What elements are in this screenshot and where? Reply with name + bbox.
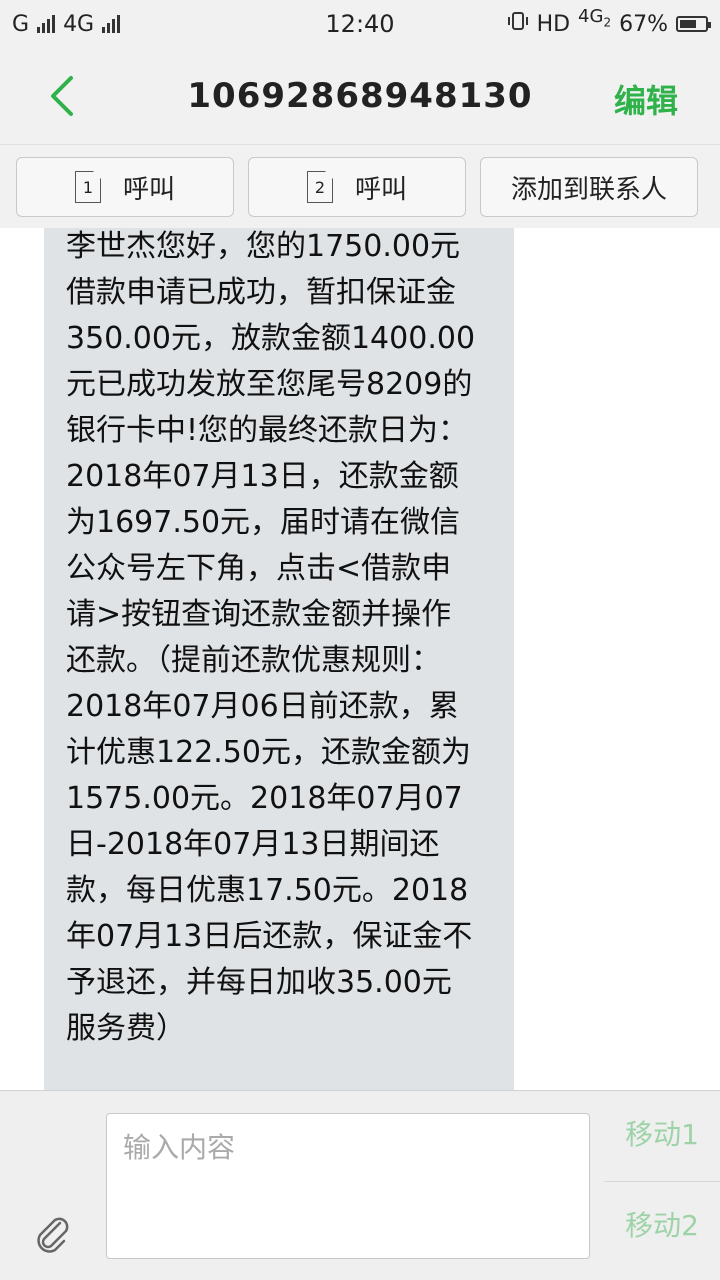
conversation-header: 10692868948130 编辑 [0, 48, 720, 144]
attach-button[interactable] [30, 1211, 74, 1255]
status-time: 12:40 [325, 10, 395, 38]
status-left: G 4G [12, 11, 121, 37]
status-right: HD 4G2 67% [507, 6, 711, 38]
message-input[interactable]: 输入内容 [106, 1113, 590, 1259]
message-text: 李世杰您好，您的1750.00元 借款申请已成功，暂扣保证金 350.00元，放… [66, 229, 476, 1046]
vibrate-icon [507, 10, 529, 38]
carrier2-label: 4G [63, 11, 95, 37]
signal-icon [37, 15, 56, 33]
sim2-icon: 2 [306, 171, 333, 203]
message-bubble[interactable]: 李世杰您好，您的1750.00元 借款申请已成功，暂扣保证金 350.00元，放… [44, 228, 514, 1090]
call-sim1-button[interactable]: 1 呼叫 [16, 157, 234, 217]
edit-button[interactable]: 编辑 [614, 76, 678, 122]
call-sim2-button[interactable]: 2 呼叫 [248, 157, 466, 217]
message-list[interactable]: 李世杰您好，您的1750.00元 借款申请已成功，暂扣保证金 350.00元，放… [0, 228, 720, 1090]
action-bar: 1 呼叫 2 呼叫 添加到联系人 [0, 144, 720, 229]
send-sim2-button[interactable]: 移动2 [604, 1181, 720, 1266]
add-to-contacts-button[interactable]: 添加到联系人 [480, 157, 698, 217]
sim1-icon: 1 [74, 171, 101, 203]
chevron-left-icon [51, 76, 73, 116]
composer-bar: 输入内容 移动1 移动2 [0, 1090, 720, 1280]
back-button[interactable] [38, 72, 86, 120]
status-bar: G 4G 12:40 HD 4G2 67% [0, 0, 720, 48]
call-sim2-label: 呼叫 [354, 174, 407, 205]
paperclip-icon [37, 1217, 69, 1253]
battery-icon [676, 16, 711, 32]
signal-icon-2 [102, 15, 121, 33]
conversation-title: 10692868948130 [187, 76, 533, 116]
hd-label: HD [536, 11, 571, 37]
battery-percent: 67% [619, 11, 668, 37]
send-sim1-button[interactable]: 移动1 [604, 1091, 720, 1175]
carrier1-label: G [12, 11, 30, 37]
call-sim1-label: 呼叫 [122, 174, 175, 205]
network-label: 4G2 [578, 6, 612, 30]
